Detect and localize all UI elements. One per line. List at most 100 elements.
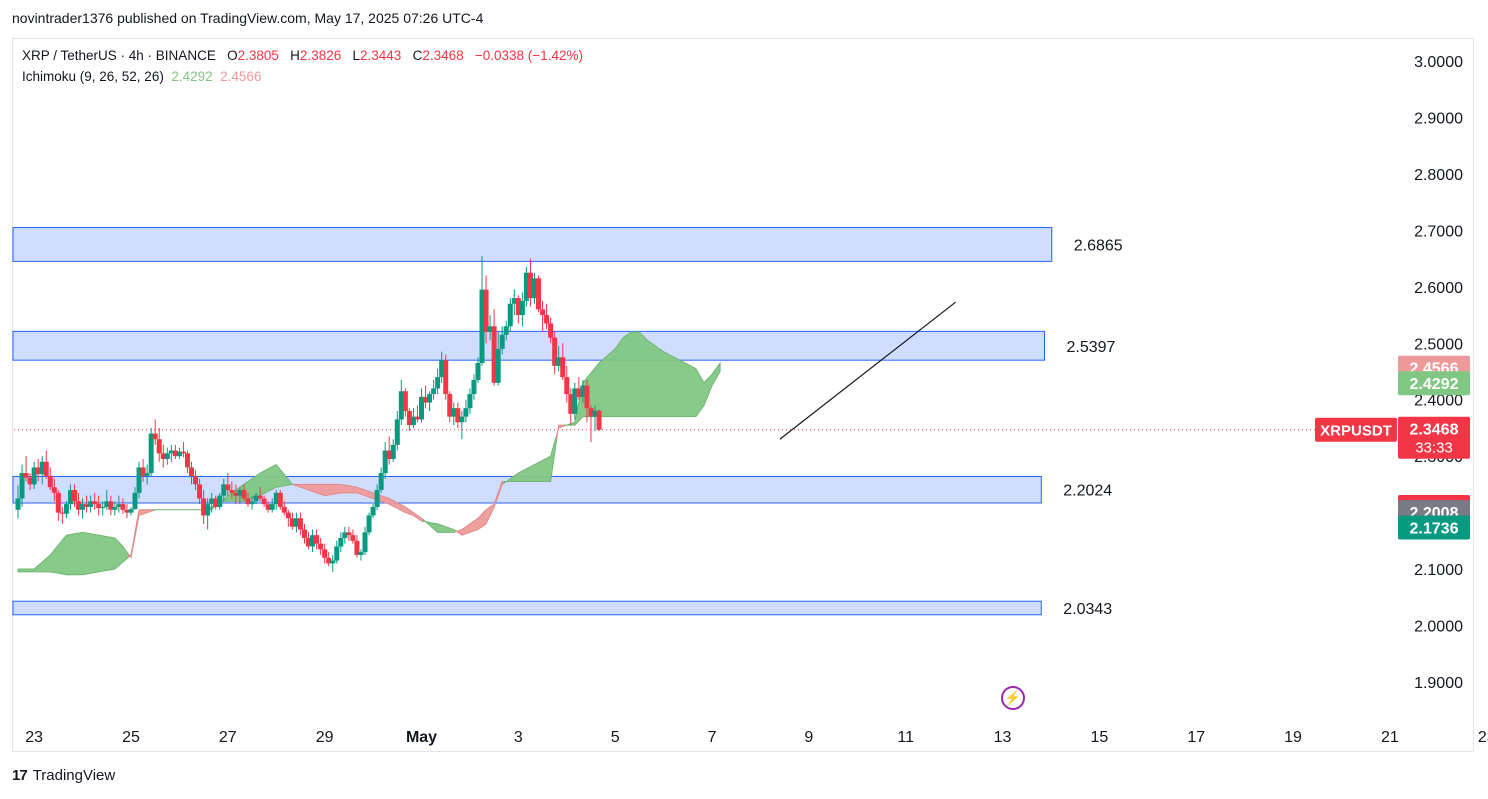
price-tag-countdown: 33:33 — [1415, 440, 1453, 457]
candle-body — [43, 461, 49, 476]
x-tick-label: May — [406, 729, 437, 746]
candle-body — [257, 495, 263, 499]
candle-body — [402, 391, 408, 411]
footer-branding[interactable]: 17 TradingView — [12, 767, 115, 784]
indicator-value-b: 2.4566 — [220, 69, 262, 84]
candle-body — [193, 475, 199, 485]
candle-body — [499, 334, 505, 349]
candle-body — [503, 326, 509, 335]
price-tag-value: 2.1736 — [1410, 521, 1459, 538]
candle-body — [217, 495, 223, 507]
candle-body — [229, 490, 235, 493]
candle-body — [281, 506, 287, 513]
x-tick-label: 7 — [708, 729, 717, 746]
trendline — [779, 301, 957, 440]
zone-label-4: 2.0343 — [1063, 601, 1112, 618]
candle-body — [148, 433, 154, 474]
brand-name: TradingView — [32, 767, 116, 784]
candle-body — [507, 303, 513, 327]
ichimoku-cloud-segment — [128, 509, 154, 560]
candle-body — [120, 504, 126, 510]
candle-body — [152, 433, 158, 440]
candle-body — [374, 490, 380, 507]
candle-body — [156, 439, 162, 454]
candle-body — [241, 490, 247, 499]
zone-label-3: 2.2024 — [1063, 483, 1112, 500]
candle-body — [540, 309, 546, 316]
candle-body — [350, 535, 356, 541]
x-tick-label: 21 — [1381, 729, 1399, 746]
x-tick-label: 13 — [994, 729, 1012, 746]
price-chart[interactable]: 2.6865 2.5397 2.2024 2.0343 3.0000 2.9000 2.80… — [0, 0, 1488, 799]
candle-body — [346, 532, 352, 536]
x-tick-label: 3 — [514, 729, 523, 746]
candle-body — [112, 506, 118, 510]
low-value: 2.3443 — [360, 48, 402, 63]
candle-body — [431, 388, 437, 395]
tradingview-logo-icon: 17 — [12, 767, 28, 784]
candle-body — [467, 394, 473, 409]
candle-body — [132, 492, 138, 510]
x-tick-label: 23 — [25, 729, 43, 746]
candle-body — [71, 490, 77, 502]
candle-body — [269, 504, 275, 510]
indicator-value-a: 2.4292 — [171, 69, 213, 84]
indicator-legend-row[interactable]: Ichimoku (9, 26, 52, 26) 2.4292 2.4566 — [22, 66, 583, 87]
candle-body — [92, 501, 98, 505]
candle-body — [519, 300, 525, 316]
zone-rect-1 — [12, 227, 1053, 262]
candle-body — [483, 289, 489, 332]
candle-body — [596, 410, 602, 430]
candle-body — [297, 518, 303, 530]
chart-legend: XRP / TetherUS · 4h · BINANCE O2.3805 H2… — [22, 45, 583, 87]
candle-body — [564, 377, 570, 395]
x-tick-label: 23 — [1478, 729, 1488, 746]
candle-body — [318, 543, 324, 550]
candle-body — [471, 379, 477, 395]
y-tick-label: 2.7000 — [1414, 223, 1463, 240]
candle-body — [338, 538, 344, 547]
x-tick-label: 9 — [804, 729, 813, 746]
candle-body — [334, 546, 340, 561]
candle-body — [544, 315, 550, 324]
low-label: L — [352, 48, 360, 63]
change-value: −0.0338 (−1.42%) — [474, 48, 583, 63]
candle-body — [427, 394, 433, 403]
symbol-tag-label: XRPUSDT — [1320, 423, 1392, 440]
candle-body — [63, 504, 69, 514]
zone-label-1: 2.6865 — [1074, 237, 1123, 254]
candle-body — [55, 492, 61, 513]
zone-rect-2 — [12, 330, 1046, 361]
candle-body — [475, 363, 481, 380]
candle-body — [23, 473, 29, 478]
candle-body — [144, 473, 150, 476]
y-tick-label: 3.0000 — [1414, 54, 1463, 71]
ichimoku-cloud-segment — [423, 518, 457, 533]
candle-body — [358, 552, 364, 555]
x-tick-label: 17 — [1187, 729, 1205, 746]
y-tick-label: 2.1000 — [1414, 562, 1463, 579]
candle-body — [366, 515, 372, 533]
candle-body — [164, 453, 170, 459]
x-tick-label: 15 — [1090, 729, 1108, 746]
candle-body — [362, 532, 368, 553]
candle-body — [314, 535, 320, 544]
y-tick-label: 1.9000 — [1414, 675, 1463, 692]
candle-body — [378, 473, 384, 491]
ichimoku-cloud-segment — [503, 434, 558, 484]
open-value: 2.3805 — [237, 48, 279, 63]
candle-body — [584, 385, 590, 409]
price-tag-value: 2.4292 — [1410, 376, 1459, 393]
candle-body — [261, 498, 267, 505]
candle-body — [197, 484, 203, 499]
candle-body — [225, 484, 231, 491]
y-tick-label: 2.8000 — [1414, 167, 1463, 184]
x-tick-label: 27 — [219, 729, 237, 746]
candle-body — [536, 278, 542, 310]
candle-body — [47, 475, 53, 488]
x-tick-label: 5 — [611, 729, 620, 746]
candle-body — [128, 509, 134, 513]
candle-body — [548, 323, 554, 338]
candle-body — [560, 357, 566, 378]
lightning-icon[interactable]: ⚡ — [1001, 686, 1025, 710]
